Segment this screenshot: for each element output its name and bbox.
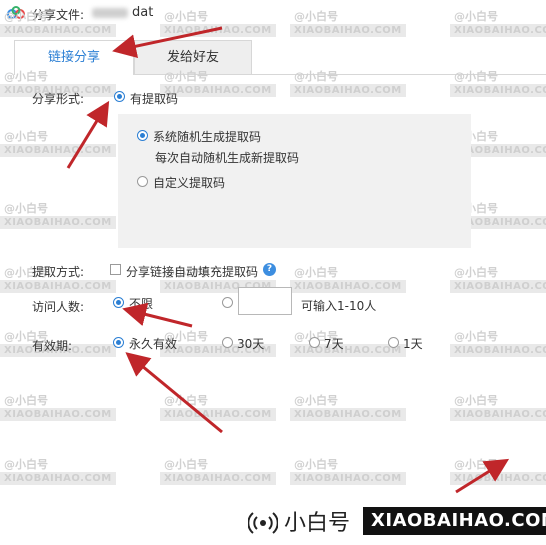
footer-brand-url: XIAOBAIHAO.COM (363, 507, 546, 535)
arrow-to-unlimited (122, 302, 193, 328)
arrow-to-share-form (66, 100, 110, 169)
footer-brand-name: 小白号 (284, 511, 351, 536)
arrow-corner (455, 458, 510, 494)
arrow-to-permanent (125, 352, 223, 434)
arrow-to-tab (112, 26, 223, 59)
annotation-arrows (66, 26, 510, 494)
broadcast-icon (248, 512, 278, 534)
